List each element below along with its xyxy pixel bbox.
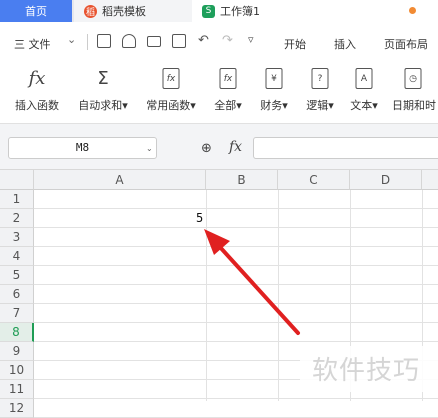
arrow-shaft <box>217 244 300 335</box>
annotation-arrow <box>204 229 300 335</box>
watermark: 软件技巧 <box>312 356 421 386</box>
row-header-12[interactable]: 12 <box>0 399 34 418</box>
